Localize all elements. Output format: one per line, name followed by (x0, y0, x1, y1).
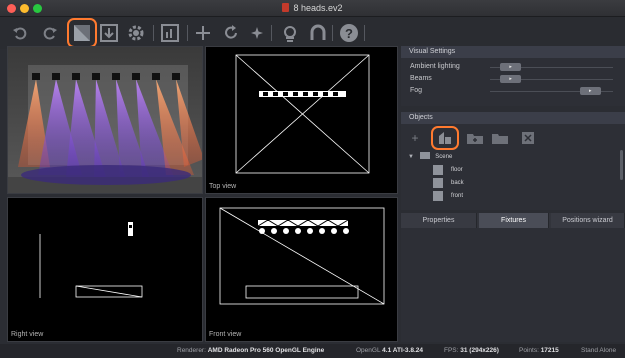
scene-tree-node[interactable]: ▼ Scene (408, 152, 452, 160)
pin-icon[interactable] (245, 21, 269, 45)
settings-icon[interactable] (124, 21, 148, 45)
help-icon[interactable]: ? (337, 21, 361, 45)
delete-object-icon[interactable] (519, 131, 537, 145)
dmx-icon[interactable] (278, 21, 302, 45)
chart-icon[interactable] (158, 21, 182, 45)
top-view-label: Top view (209, 183, 237, 190)
tab-fixtures[interactable]: Fixtures (479, 213, 549, 228)
undo-icon[interactable] (8, 21, 32, 45)
scene-label: Scene (435, 154, 453, 160)
toolbar-separator (153, 25, 154, 41)
top-view[interactable]: Top view (205, 46, 398, 194)
window-title: 8 heads.ev2 (0, 3, 625, 13)
title-bar: 8 heads.ev2 (0, 0, 625, 17)
move-icon[interactable] (191, 21, 215, 45)
objects-title: Objects (401, 112, 625, 124)
perspective-view[interactable] (7, 46, 203, 194)
visual-settings-panel: Visual Settings Ambient lighting ▸ Beams… (401, 46, 625, 106)
tree-item-front[interactable]: front (451, 193, 463, 199)
opengl-status: OpenGL 4.1 ATI-3.8.24 (356, 347, 423, 354)
tab-positions-wizard[interactable]: Positions wizard (551, 213, 625, 228)
add-object-icon[interactable]: + (406, 131, 424, 145)
cube-icon (433, 165, 443, 175)
beams-slider-handle[interactable]: ▸ (500, 75, 522, 83)
toolbar-separator (187, 25, 188, 41)
fog-slider-handle[interactable]: ▸ (579, 87, 601, 95)
tab-properties[interactable]: Properties (401, 213, 477, 228)
tab-content (401, 228, 625, 342)
import-icon[interactable] (97, 21, 121, 45)
right-view-label: Right view (11, 331, 44, 338)
front-view-label: Front view (209, 331, 242, 338)
ambient-lighting-label: Ambient lighting (410, 63, 460, 70)
tree-item-floor[interactable]: floor (451, 167, 463, 173)
points-status: Points: 17215 (519, 347, 559, 354)
visual-settings-title: Visual Settings (401, 46, 625, 58)
ambient-lighting-row: Ambient lighting ▸ (410, 62, 621, 73)
beams-label: Beams (410, 75, 432, 82)
tab-bar: Properties Fixtures Positions wizard (401, 213, 625, 228)
renderer-status: Renderer: AMD Radeon Pro 560 OpenGL Engi… (177, 347, 325, 354)
front-view-canvas (219, 207, 385, 305)
cube-icon (433, 191, 443, 201)
top-view-canvas (235, 54, 370, 174)
front-view[interactable]: Front view (205, 197, 398, 342)
status-bar: Renderer: AMD Radeon Pro 560 OpenGL Engi… (0, 344, 625, 358)
stage-render (8, 47, 202, 193)
ambient-lighting-slider-handle[interactable]: ▸ (500, 63, 522, 71)
fps-status: FPS: 31 (294x226) (444, 347, 499, 354)
redo-icon[interactable] (38, 21, 62, 45)
fog-row: Fog ▸ (410, 86, 621, 97)
document-icon (282, 3, 290, 12)
fog-label: Fog (410, 87, 423, 94)
magnet-icon[interactable] (306, 21, 330, 45)
mode-status: Stand Alone (581, 347, 617, 354)
folder-icon (419, 152, 430, 159)
toolbar-separator (364, 25, 365, 41)
tree-item-back[interactable]: back (451, 180, 464, 186)
objects-scrollbar[interactable] (620, 150, 623, 180)
svg-text:?: ? (345, 26, 353, 41)
toolbar-separator (332, 25, 333, 41)
toolbar: ? (0, 17, 625, 49)
select-icon[interactable] (67, 18, 97, 48)
add-folder-icon[interactable] (466, 131, 484, 145)
rotate-icon[interactable] (219, 21, 243, 45)
right-view[interactable]: Right view (7, 197, 203, 342)
beams-row: Beams ▸ (410, 74, 621, 85)
toolbar-separator (271, 25, 272, 41)
right-view-canvas (39, 222, 143, 298)
add-fixture-icon[interactable] (431, 126, 459, 150)
expand-arrow-icon[interactable]: ▼ (408, 154, 414, 160)
cube-icon (433, 178, 443, 188)
folder-icon[interactable] (491, 131, 509, 145)
